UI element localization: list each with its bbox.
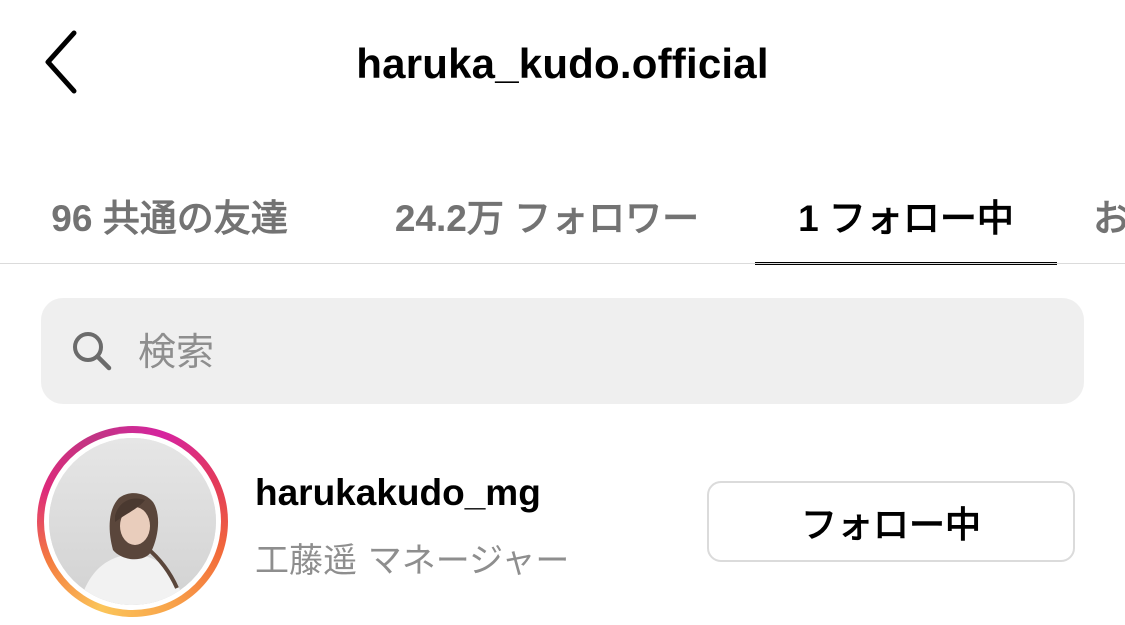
tab-label: 1 フォロー中	[798, 197, 1014, 239]
search-input[interactable]	[136, 298, 1060, 406]
tab-bar: 96 共通の友達 24.2万 フォロワー 1 フォロー中 お	[0, 165, 1125, 265]
tab-more[interactable]: お	[1093, 165, 1125, 264]
list-item[interactable]: harukakudo_mg 工藤遥 マネージャー フォロー中	[0, 422, 1125, 622]
search-bar[interactable]	[41, 298, 1084, 406]
tab-mutual-friends[interactable]: 96 共通の友達	[22, 165, 317, 264]
following-screen: haruka_kudo.official 96 共通の友達 24.2万 フォロワ…	[0, 0, 1125, 625]
full-name: 工藤遥 マネージャー	[255, 541, 570, 581]
username[interactable]: harukakudo_mg	[255, 472, 541, 514]
tab-label: 24.2万 フォロワー	[394, 197, 700, 239]
following-button[interactable]: フォロー中	[707, 481, 1075, 562]
avatar[interactable]	[37, 426, 228, 617]
tab-label: お	[1093, 197, 1125, 239]
avatar-photo	[49, 438, 216, 605]
tab-followers[interactable]: 24.2万 フォロワー	[363, 165, 731, 264]
divider	[0, 263, 1125, 264]
tab-following[interactable]: 1 フォロー中	[755, 165, 1057, 264]
search-icon	[71, 330, 113, 372]
page-title: haruka_kudo.official	[356, 40, 769, 87]
tab-label: 96 共通の友達	[51, 197, 288, 239]
